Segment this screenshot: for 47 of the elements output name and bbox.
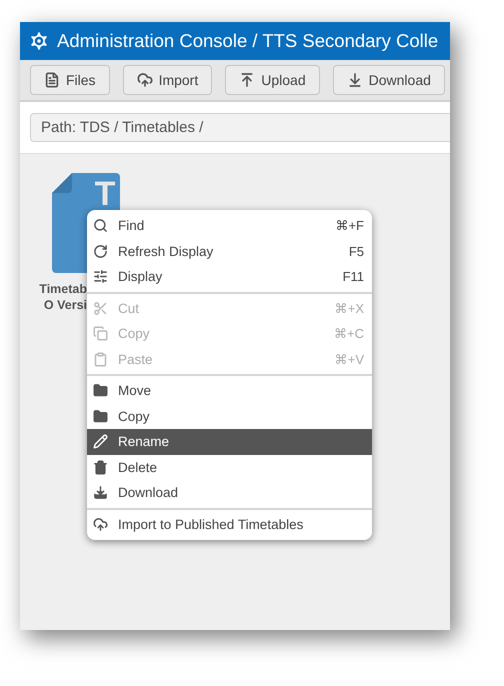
- menu-item[interactable]: Copy: [87, 404, 372, 429]
- menu-item-label: Find: [118, 218, 146, 234]
- document-icon: [44, 72, 60, 88]
- copy-icon: [93, 326, 108, 342]
- toolbar-button[interactable]: Import: [122, 65, 212, 95]
- menu-item[interactable]: Import to Published Timetables: [87, 512, 372, 537]
- trash-icon: [93, 460, 108, 475]
- download-icon: [93, 485, 108, 500]
- shortcut-label: F11: [342, 269, 364, 284]
- menu-item-label: Rename: [118, 434, 170, 450]
- scissors-icon: [93, 300, 108, 316]
- shortcut-label: ⌘+X: [334, 300, 364, 316]
- pencil-icon: [93, 434, 108, 450]
- menu-item-label: Paste: [118, 352, 154, 367]
- menu-item-label: Display: [118, 269, 164, 284]
- toolbar-button[interactable]: Upload: [225, 65, 320, 95]
- menu-item[interactable]: Download: [87, 480, 372, 506]
- menu-item[interactable]: Delete: [87, 454, 372, 480]
- search-icon: [93, 218, 108, 234]
- download-icon: [346, 72, 363, 88]
- shortcut-label: F5: [348, 244, 364, 259]
- shortcut-label: ⌘+C: [334, 326, 364, 342]
- menu-item-label: Cut: [118, 300, 140, 316]
- menu-item-label: Copy: [118, 408, 151, 424]
- menu-item-label: Refresh Display: [118, 244, 214, 259]
- cloud-upload-icon: [93, 516, 108, 532]
- file-name: Timetab: [39, 281, 87, 297]
- folder-icon: [93, 383, 108, 398]
- refresh-icon: [93, 244, 108, 259]
- menu-item-label: Move: [118, 383, 152, 398]
- menu-item[interactable]: Move: [87, 378, 372, 404]
- toolbar-button[interactable]: Download: [332, 65, 445, 95]
- upload-icon: [239, 72, 256, 88]
- cloud-upload-icon: [136, 72, 153, 88]
- toolbar-button[interactable]: Files: [30, 65, 110, 95]
- shortcut-label: ⌘+F: [335, 218, 364, 234]
- file-name: O Versi: [44, 297, 87, 313]
- path-field[interactable]: Path: TDS / Timetables /: [30, 113, 450, 142]
- clipboard-icon: [93, 352, 108, 367]
- menu-item-label: Delete: [118, 460, 158, 475]
- menu-item-label: Copy: [118, 326, 151, 342]
- shortcut-label: ⌘+V: [334, 352, 364, 367]
- menu-item[interactable]: Rename: [87, 429, 372, 454]
- window-title: Administration Console / TTS Secondary Colle: [57, 30, 438, 52]
- menu-item-label: Download: [118, 485, 180, 500]
- sliders-icon: [93, 269, 108, 284]
- menu-item-label: Import to Published Timetables: [118, 516, 304, 532]
